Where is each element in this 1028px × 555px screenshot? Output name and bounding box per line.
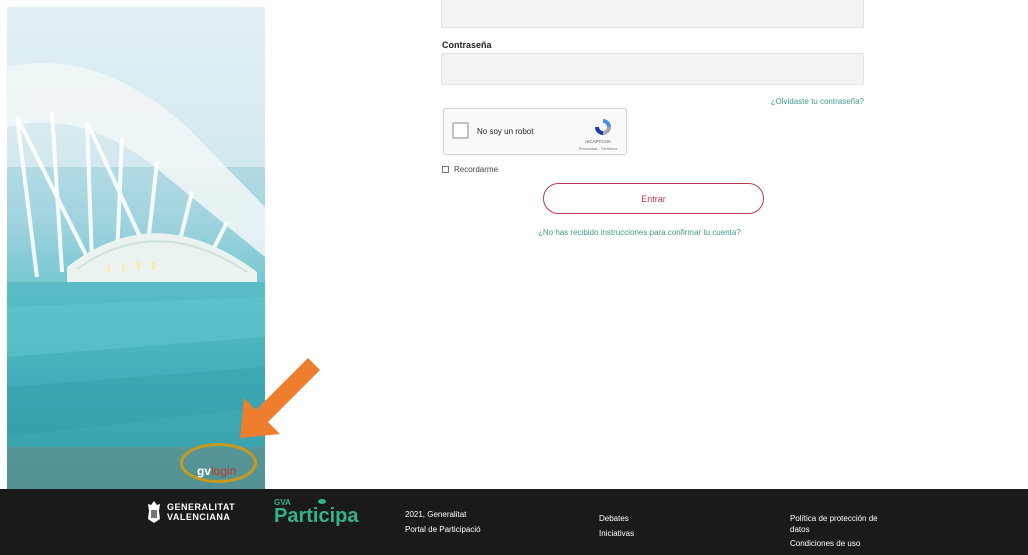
generalitat-line2: VALENCIANA <box>167 512 231 522</box>
forgot-password-link[interactable]: ¿Olvidaste tu contraseña? <box>771 97 864 106</box>
password-label: Contraseña <box>442 40 492 50</box>
password-field[interactable] <box>441 53 864 85</box>
footer-link-iniciativas[interactable]: Iniciativas <box>599 528 634 539</box>
footer: GENERALITAT VALENCIANA GVA Participa 202… <box>0 489 1028 555</box>
annotation-arrow-icon <box>240 358 320 438</box>
generalitat-line1: GENERALITAT <box>167 502 236 512</box>
recaptcha-checkbox[interactable] <box>452 122 469 139</box>
copyright-line1: 2021, Generalitat <box>405 510 467 519</box>
footer-link-debates[interactable]: Debates <box>599 513 634 524</box>
recaptcha-icon <box>595 119 611 135</box>
copyright-line2: Portal de Participació <box>405 525 481 534</box>
hero-image: gvlogin <box>7 7 265 489</box>
privacy-line1: Política de protección de <box>790 514 878 523</box>
recaptcha-label: No soy un robot <box>477 127 534 136</box>
generalitat-logo[interactable]: GENERALITAT VALENCIANA <box>147 501 235 523</box>
remember-me[interactable]: Recordarme <box>442 165 498 174</box>
footer-link-privacy[interactable]: Política de protección de datos <box>790 513 878 535</box>
footer-nav: Debates Iniciativas <box>599 513 634 539</box>
participa-dot-icon <box>318 499 326 504</box>
gva-participa-logo[interactable]: GVA Participa <box>274 498 358 527</box>
hero-architecture-illustration <box>7 7 265 489</box>
password-input[interactable] <box>442 54 863 84</box>
footer-copyright: 2021, Generalitat Portal de Participació <box>405 509 481 535</box>
resend-confirmation-link[interactable]: ¿No has recibido instrucciones para conf… <box>538 228 741 237</box>
login-button[interactable]: Entrar <box>543 183 764 214</box>
remember-checkbox[interactable] <box>442 166 449 173</box>
recaptcha-terms[interactable]: Privacidad - Términos <box>572 146 624 151</box>
footer-link-terms[interactable]: Condiciones de uso <box>790 538 878 549</box>
recaptcha-brand: reCAPTCHA <box>585 139 611 144</box>
email-input[interactable] <box>442 0 863 27</box>
participa-text: Participa <box>274 505 359 527</box>
generalitat-crest-icon <box>148 501 160 523</box>
privacy-line2: datos <box>790 525 810 534</box>
email-field[interactable] <box>441 0 864 28</box>
annotation-ring <box>180 443 257 483</box>
remember-label: Recordarme <box>454 165 499 174</box>
recaptcha-widget: No soy un robot reCAPTCHA Privacidad - T… <box>443 108 627 155</box>
footer-legal: Política de protección de datos Condicio… <box>790 513 878 549</box>
login-button-label: Entrar <box>641 193 666 204</box>
